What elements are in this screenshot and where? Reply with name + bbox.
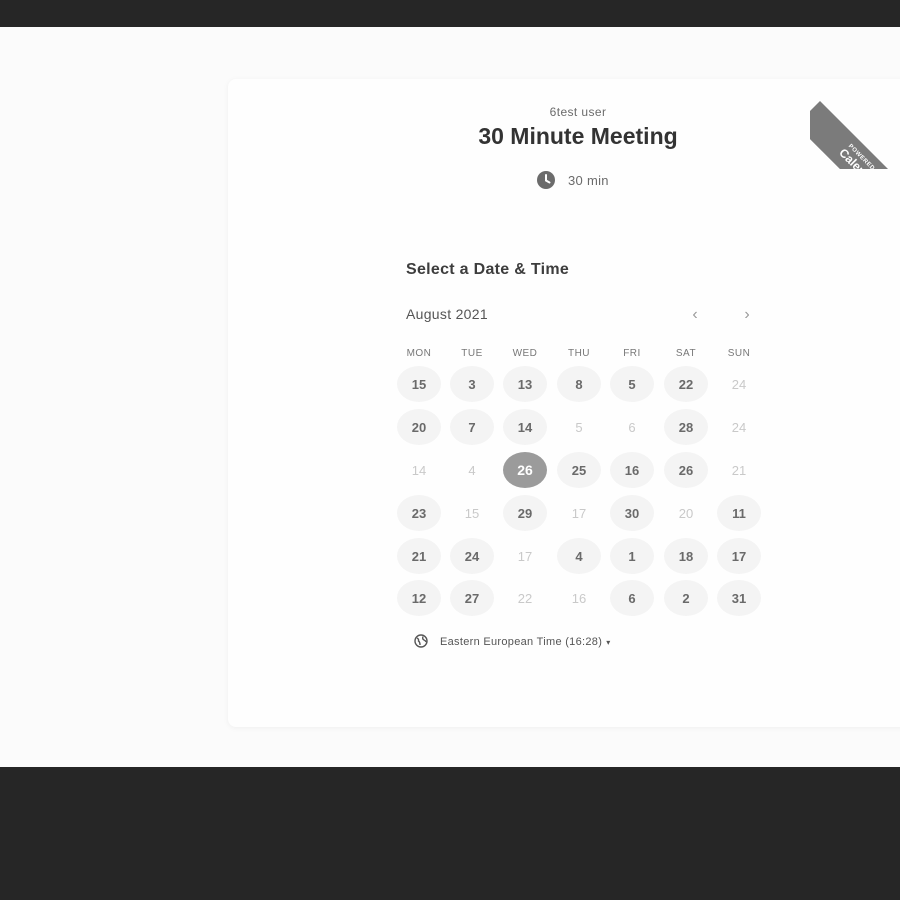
chevron-right-icon: › [744, 306, 750, 323]
calendar-day[interactable]: 17 [717, 538, 761, 574]
calendar-day[interactable]: 7 [450, 409, 494, 445]
calendar-day[interactable]: 1 [610, 538, 654, 574]
calendar-day: 22 [517, 590, 533, 606]
top-bar [0, 0, 900, 27]
calendar-day: 17 [517, 548, 533, 564]
calendar-day[interactable]: 14 [503, 409, 547, 445]
calendar-day[interactable]: 21 [397, 538, 441, 574]
calendar-day[interactable]: 18 [664, 538, 708, 574]
calendar-day: 24 [731, 376, 747, 392]
timezone-selector[interactable]: Eastern European Time (16:28) ▾ [414, 633, 611, 651]
calendar-day[interactable]: 16 [610, 452, 654, 488]
timezone-label: Eastern European Time (16:28) [440, 636, 603, 648]
clock-icon [536, 170, 556, 190]
globe-icon [414, 633, 428, 651]
ribbon-band[interactable]: POWERED BY Calendly [810, 101, 900, 169]
calendar-day: 5 [575, 419, 583, 435]
month-label: August 2021 [406, 306, 488, 322]
weekday-label: WED [512, 348, 538, 359]
event-duration: 30 min [536, 170, 609, 190]
calendar-day: 6 [628, 419, 636, 435]
calendar-day[interactable]: 31 [717, 580, 761, 616]
calendar-day[interactable]: 2 [664, 580, 708, 616]
calendar-day[interactable]: 27 [450, 580, 494, 616]
calendar-day[interactable]: 26 [664, 452, 708, 488]
calendar-day[interactable]: 20 [397, 409, 441, 445]
selected-date[interactable]: 26 [503, 452, 547, 488]
caret-down-icon: ▾ [606, 637, 611, 647]
section-title: Select a Date & Time [406, 261, 570, 278]
booking-page: POWERED BY Calendly 6test user 30 Minute… [0, 27, 900, 767]
host-name: 6test user [549, 105, 607, 119]
calendar-day[interactable]: 11 [717, 495, 761, 531]
calendar-day: 20 [678, 505, 694, 521]
calendar-day[interactable]: 13 [503, 366, 547, 402]
weekday-label: FRI [623, 348, 641, 359]
calendar-day: 24 [731, 419, 747, 435]
weekday-label: THU [567, 348, 591, 359]
calendar-day[interactable]: 15 [397, 366, 441, 402]
calendar-day[interactable]: 22 [664, 366, 708, 402]
powered-by-ribbon[interactable]: POWERED BY Calendly [810, 79, 900, 169]
calendar-day[interactable]: 8 [557, 366, 601, 402]
weekday-label: MON [406, 348, 432, 359]
next-month-button[interactable]: › [735, 303, 759, 327]
weekday-label: SAT [675, 348, 697, 359]
calendar-day[interactable]: 6 [610, 580, 654, 616]
calendar-day[interactable]: 28 [664, 409, 708, 445]
calendar-day[interactable]: 12 [397, 580, 441, 616]
chevron-left-icon: ‹ [692, 306, 698, 323]
calendar-day[interactable]: 24 [450, 538, 494, 574]
calendar-day[interactable]: 5 [610, 366, 654, 402]
calendar-day[interactable]: 29 [503, 495, 547, 531]
event-title: 30 Minute Meeting [478, 123, 678, 149]
calendar-day[interactable]: 25 [557, 452, 601, 488]
calendar-day[interactable]: 4 [557, 538, 601, 574]
calendar-day[interactable]: 23 [397, 495, 441, 531]
duration-label: 30 min [568, 172, 609, 188]
calendar-day: 15 [464, 505, 480, 521]
calendar-day: 14 [411, 462, 427, 478]
calendar-day: 16 [571, 590, 587, 606]
calendar-day: 17 [571, 505, 587, 521]
weekday-label: TUE [461, 348, 483, 359]
weekday-label: SUN [727, 348, 751, 359]
previous-month-button[interactable]: ‹ [683, 303, 707, 327]
calendar-day[interactable]: 30 [610, 495, 654, 531]
bottom-bar [0, 767, 900, 900]
calendar-day: 4 [468, 462, 476, 478]
calendar-day: 21 [731, 462, 747, 478]
calendar-day[interactable]: 3 [450, 366, 494, 402]
